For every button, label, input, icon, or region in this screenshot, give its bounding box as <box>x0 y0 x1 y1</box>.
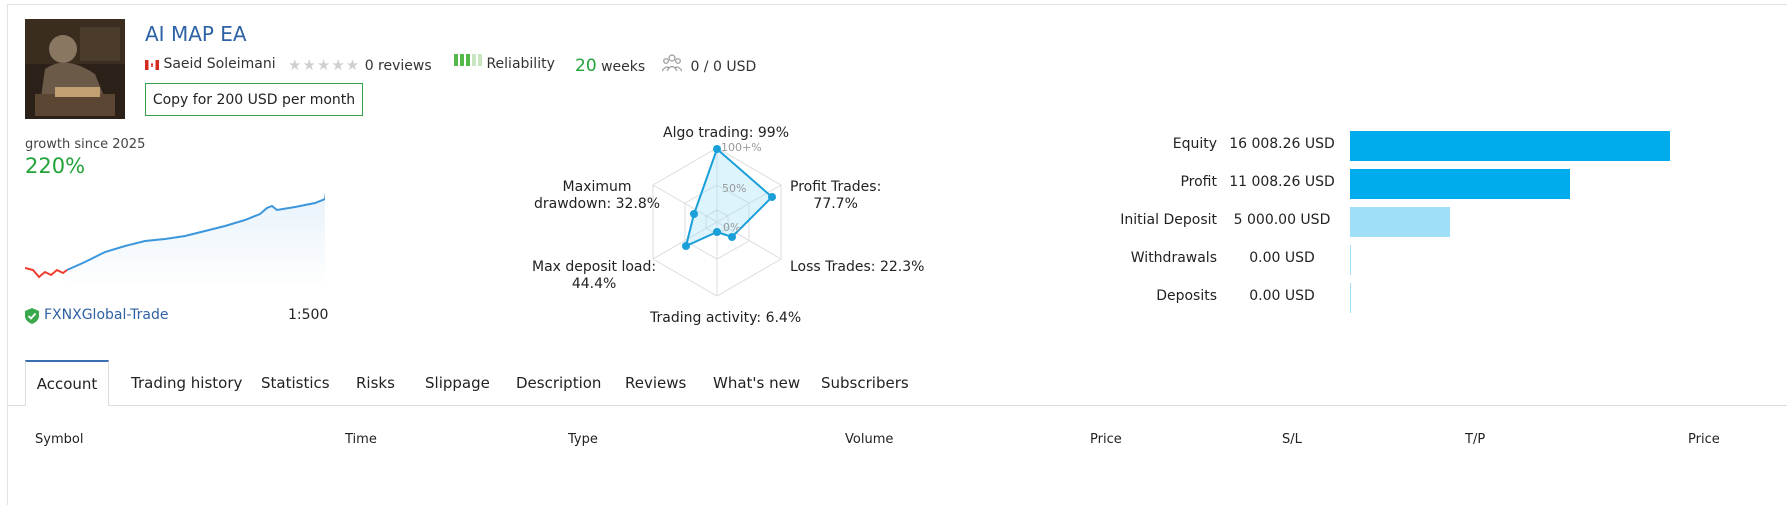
rating: ★★★★★ 0 reviews <box>288 56 432 74</box>
radar-point-profit <box>768 193 776 201</box>
broker-link[interactable]: FXNXGlobal-Trade <box>44 307 168 323</box>
verified-shield-icon <box>25 308 39 328</box>
canada-flag-icon <box>145 58 159 70</box>
growth-sparkline[interactable] <box>25 158 325 288</box>
bar-initial-deposit[interactable] <box>1350 207 1450 237</box>
subscribers-icon <box>661 54 683 76</box>
column-header-volume[interactable]: Volume <box>845 432 893 447</box>
bar-deposits[interactable] <box>1350 283 1351 313</box>
leverage-value: 1:500 <box>288 307 329 323</box>
radar-scale-50: 50% <box>722 182 747 195</box>
radar-chart[interactable] <box>640 140 795 320</box>
bar-value-deposits: 0.00 USD <box>1249 288 1315 304</box>
radar-point-drawdown <box>690 210 698 218</box>
radar-label-deposit-title: Max deposit load: <box>532 259 657 275</box>
radar-label-deposit-value: 44.4% <box>571 276 617 292</box>
author-row: Saeid Soleimani <box>145 56 276 72</box>
radar-point-loss <box>728 233 736 241</box>
bar-label-profit: Profit <box>1180 174 1217 190</box>
radar-label-profit: Profit Trades: 77.7% <box>790 179 881 213</box>
radar-point-deposit-load <box>682 242 690 250</box>
column-header-type[interactable]: Type <box>568 432 598 447</box>
tabs-divider <box>7 405 1787 406</box>
bar-withdrawals[interactable] <box>1350 245 1351 275</box>
radar-label-drawdown: Maximum drawdown: 32.8% <box>534 179 660 213</box>
tab-risks[interactable]: Risks <box>356 374 395 392</box>
tab-reviews[interactable]: Reviews <box>625 374 686 392</box>
radar-label-deposit-load: Max deposit load: 44.4% <box>532 259 656 293</box>
bar-equity[interactable] <box>1350 131 1670 161</box>
radar-scale-100: 100+% <box>721 141 762 154</box>
reliability-label: Reliability <box>486 56 555 72</box>
tab-subscribers[interactable]: Subscribers <box>821 374 909 392</box>
reliability: Reliability <box>454 54 555 72</box>
column-header-symbol[interactable]: Symbol <box>35 432 83 447</box>
radar-scale-0: 0% <box>723 221 741 234</box>
tab-trading-history[interactable]: Trading history <box>131 374 242 392</box>
subscribers: 0 / 0 USD <box>661 54 757 78</box>
radar-label-drawdown-value: drawdown: 32.8% <box>534 196 661 212</box>
bar-value-profit: 11 008.26 USD <box>1229 174 1335 190</box>
reliability-bars-icon <box>454 54 482 70</box>
tab-slippage[interactable]: Slippage <box>425 374 490 392</box>
radar-label-loss: Loss Trades: 22.3% <box>790 259 925 275</box>
column-header-sl[interactable]: S/L <box>1282 432 1302 447</box>
weeks-number: 20 <box>575 56 597 76</box>
bar-value-initial-deposit: 5 000.00 USD <box>1233 212 1331 228</box>
bar-label-equity: Equity <box>1172 136 1217 152</box>
column-header-price[interactable]: Price <box>1090 432 1122 447</box>
radar-label-algo: Algo trading: 99% <box>663 125 790 141</box>
author-name[interactable]: Saeid Soleimani <box>163 56 275 72</box>
radar-point-algo <box>713 145 721 153</box>
radar-point-activity <box>713 228 721 236</box>
radar-label-profit-title: Profit Trades: <box>790 179 882 195</box>
signal-title[interactable]: AI MAP EA <box>145 22 247 46</box>
tab-statistics[interactable]: Statistics <box>261 374 330 392</box>
weeks: 20 weeks <box>575 56 645 76</box>
bar-value-withdrawals: 0.00 USD <box>1249 250 1315 266</box>
bar-profit[interactable] <box>1350 169 1570 199</box>
weeks-label: weeks <box>601 59 646 75</box>
bar-label-withdrawals: Withdrawals <box>1130 250 1217 266</box>
radar-label-drawdown-title: Maximum <box>562 179 632 195</box>
tab-whats-new[interactable]: What's new <box>713 374 800 392</box>
copy-signal-button[interactable]: Copy for 200 USD per month <box>145 83 363 116</box>
bar-label-initial-deposit: Initial Deposit <box>1120 212 1217 228</box>
growth-label: growth since 2025 <box>25 137 146 152</box>
bar-label-deposits: Deposits <box>1156 288 1217 304</box>
author-avatar[interactable] <box>25 19 125 119</box>
reviews-count[interactable]: 0 reviews <box>365 58 432 74</box>
radar-label-activity: Trading activity: 6.4% <box>650 310 802 326</box>
star-rating-icon: ★★★★★ <box>288 56 361 74</box>
subscribers-value: 0 / 0 USD <box>690 59 757 75</box>
tab-description[interactable]: Description <box>516 374 601 392</box>
tab-account[interactable]: Account <box>25 360 109 406</box>
bar-value-equity: 16 008.26 USD <box>1229 136 1335 152</box>
column-header-time[interactable]: Time <box>345 432 377 447</box>
column-header-close-price[interactable]: Price <box>1688 432 1720 447</box>
column-header-tp[interactable]: T/P <box>1465 432 1485 447</box>
radar-label-profit-value: 77.7% <box>813 196 858 212</box>
